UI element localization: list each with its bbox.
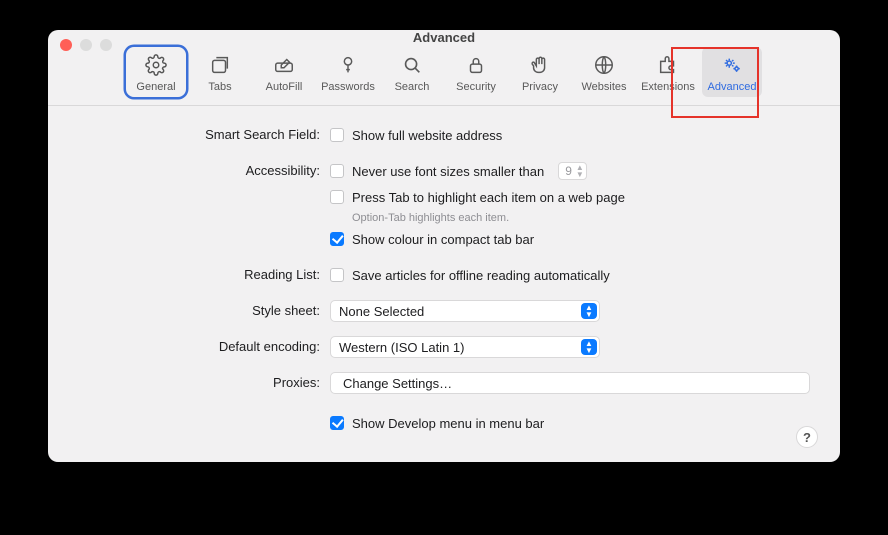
tab-passwords[interactable]: Passwords (318, 47, 378, 97)
select-arrows-icon: ▲▼ (581, 303, 597, 319)
accessibility-label: Accessibility: (78, 160, 330, 178)
select-arrows-icon: ▲▼ (581, 339, 597, 355)
tab-label: Extensions (641, 81, 695, 93)
checkbox-label: Save articles for offline reading automa… (352, 268, 610, 283)
hand-icon (528, 53, 552, 77)
tab-autofill[interactable]: AutoFill (254, 47, 314, 97)
button-label: Change Settings… (343, 376, 452, 391)
close-button[interactable] (60, 39, 72, 51)
select-value: None Selected (339, 304, 424, 319)
tab-label: Passwords (321, 81, 375, 93)
help-label: ? (803, 430, 811, 445)
key-icon (336, 53, 360, 77)
change-settings-button[interactable]: Change Settings… (330, 372, 810, 394)
default-encoding-select[interactable]: Western (ISO Latin 1) ▲▼ (330, 336, 600, 358)
reading-list-label: Reading List: (78, 264, 330, 282)
titlebar: Advanced (48, 30, 840, 45)
traffic-lights (60, 39, 112, 51)
tab-label: Security (456, 81, 496, 93)
proxies-label: Proxies: (78, 372, 330, 390)
tab-search[interactable]: Search (382, 47, 442, 97)
show-full-address-checkbox[interactable]: Show full website address (330, 124, 810, 146)
smart-search-label: Smart Search Field: (78, 124, 330, 142)
tab-extensions[interactable]: Extensions (638, 47, 698, 97)
stepper-arrows-icon: ▲▼ (576, 164, 584, 178)
minimize-button[interactable] (80, 39, 92, 51)
checkbox-icon (330, 268, 344, 282)
help-button[interactable]: ? (796, 426, 818, 448)
tab-label: Advanced (708, 81, 757, 93)
tab-general[interactable]: General (126, 47, 186, 97)
style-sheet-select[interactable]: None Selected ▲▼ (330, 300, 600, 322)
tab-security[interactable]: Security (446, 47, 506, 97)
tab-privacy[interactable]: Privacy (510, 47, 570, 97)
tab-label: AutoFill (266, 81, 303, 93)
select-value: Western (ISO Latin 1) (339, 340, 464, 355)
tab-websites[interactable]: Websites (574, 47, 634, 97)
checkbox-label: Press Tab to highlight each item on a we… (352, 190, 625, 205)
offline-reading-checkbox[interactable]: Save articles for offline reading automa… (330, 264, 810, 286)
puzzle-icon (656, 53, 680, 77)
press-tab-checkbox[interactable]: Press Tab to highlight each item on a we… (330, 186, 810, 208)
globe-icon (592, 53, 616, 77)
gears-icon (720, 53, 744, 77)
checkbox-icon (330, 190, 344, 204)
tab-advanced[interactable]: Advanced (702, 47, 762, 97)
zoom-button[interactable] (100, 39, 112, 51)
checkbox-label: Show Develop menu in menu bar (352, 416, 544, 431)
tab-label: Search (395, 81, 430, 93)
tab-label: Websites (581, 81, 626, 93)
pencil-box-icon (272, 53, 296, 77)
lock-icon (464, 53, 488, 77)
checkbox-icon (330, 128, 344, 142)
checkbox-label: Show colour in compact tab bar (352, 232, 534, 247)
style-sheet-label: Style sheet: (78, 300, 330, 318)
tab-tabs[interactable]: Tabs (190, 47, 250, 97)
checkbox-label: Never use font sizes smaller than (352, 164, 544, 179)
min-font-size-select[interactable]: 9 ▲▼ (558, 162, 587, 180)
preferences-window: Advanced General Tabs AutoFill Passwords (48, 30, 840, 462)
tab-label: General (136, 81, 175, 93)
select-value: 9 (565, 164, 572, 178)
advanced-pane: Smart Search Field: Show full website ad… (48, 106, 840, 462)
tab-label: Tabs (208, 81, 231, 93)
window-title: Advanced (413, 30, 475, 45)
min-font-checkbox[interactable]: Never use font sizes smaller than 9 ▲▼ (330, 160, 810, 182)
magnifying-glass-icon (400, 53, 424, 77)
tab-label: Privacy (522, 81, 558, 93)
press-tab-hint: Option-Tab highlights each item. (352, 212, 810, 224)
default-encoding-label: Default encoding: (78, 336, 330, 354)
checkbox-icon (330, 164, 344, 178)
compact-colour-checkbox[interactable]: Show colour in compact tab bar (330, 228, 810, 250)
checkbox-label: Show full website address (352, 128, 502, 143)
checkbox-icon (330, 416, 344, 430)
checkbox-icon (330, 232, 344, 246)
show-develop-checkbox[interactable]: Show Develop menu in menu bar (330, 412, 810, 434)
gear-icon (144, 53, 168, 77)
tabs-icon (208, 53, 232, 77)
preferences-toolbar: General Tabs AutoFill Passwords Search (48, 45, 840, 106)
